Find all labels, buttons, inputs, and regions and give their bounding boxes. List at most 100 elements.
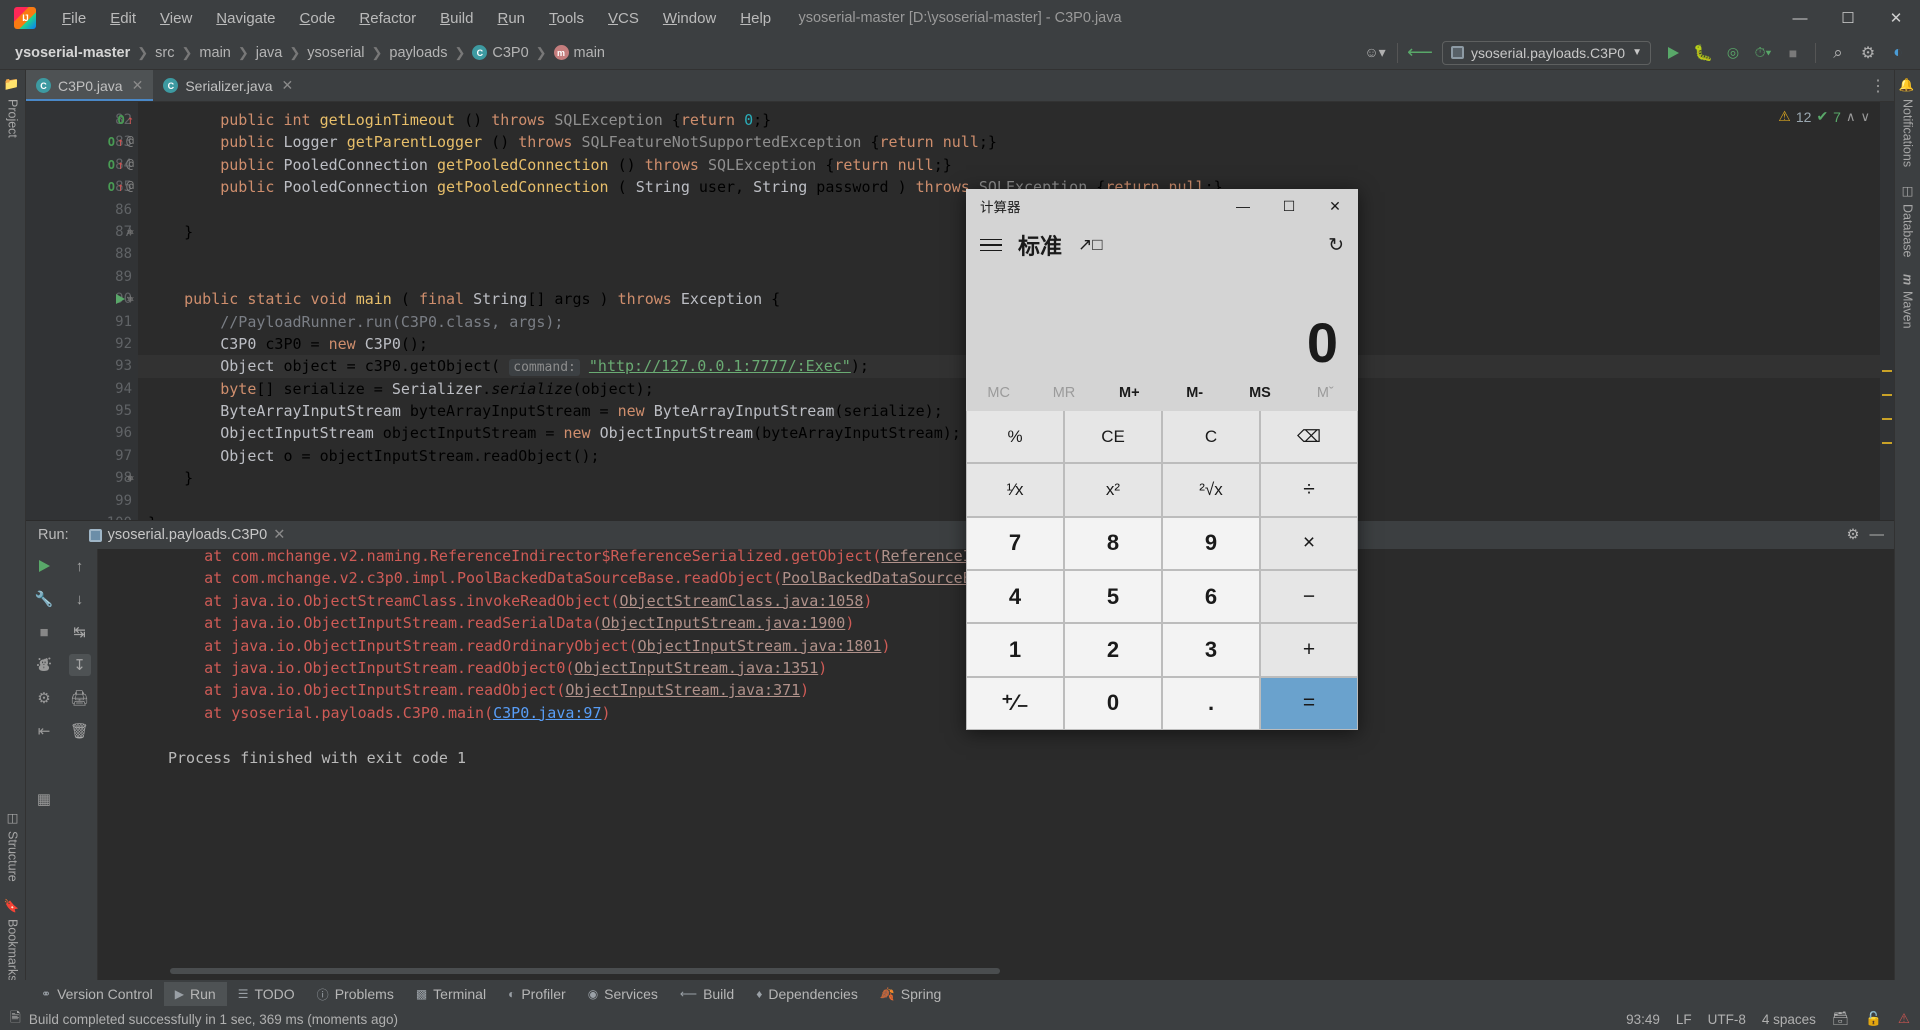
gutter-line[interactable]: 93 [26,355,138,377]
sidebar-item-maven[interactable]: m Maven [1901,266,1915,337]
notification-icon[interactable]: ⚠ [1898,1011,1910,1027]
rerun-icon[interactable] [33,555,55,577]
sidebar-item-notifications[interactable]: 🔔 Notifications [1900,70,1915,175]
code-line[interactable]: public int getLoginTimeout () throws SQL… [138,109,1894,131]
bottom-tab-version-control[interactable]: ⚭ Version Control [30,982,164,1006]
calc-key-6[interactable]: 6 [1163,570,1259,623]
gutter-line[interactable]: 91 [26,311,138,333]
tab-options-icon[interactable]: ⋮ [1870,70,1894,101]
debug-icon[interactable]: 🐛 [1689,40,1717,66]
gutter-line[interactable]: 97 [26,445,138,467]
gutter-line[interactable]: 86 [26,199,138,221]
annotation-icon[interactable]: @ [126,176,134,198]
updates-icon[interactable]: ◐ [1884,40,1912,66]
minimize-icon[interactable]: — [1870,527,1885,543]
calc-key-9[interactable]: 9 [1163,517,1259,569]
menu-item-navigate[interactable]: Navigate [204,4,287,33]
gutter-line[interactable]: 88 [26,243,138,265]
run-icon[interactable] [1659,40,1687,66]
calc-key-decimal[interactable]: . [1163,677,1259,729]
implement-arrow-icon[interactable]: ↑ [127,109,134,131]
run-gutter-icon[interactable] [115,294,125,305]
calc-key-subtract[interactable]: − [1261,570,1357,623]
breadcrumb-item-ysoserial-master[interactable]: ysoserial-master [12,43,133,63]
menu-item-code[interactable]: Code [288,4,348,33]
annotation-icon[interactable]: @ [126,131,134,153]
menu-item-window[interactable]: Window [651,4,728,33]
lock-icon[interactable]: 🔓 [1865,1011,1882,1027]
calc-key-x[interactable]: x² [1065,464,1161,516]
menu-item-edit[interactable]: Edit [98,4,148,33]
calc-key-0[interactable]: 0 [1065,677,1161,729]
chevron-down-icon[interactable]: ∨ [1860,109,1870,125]
override-icon[interactable]: O [118,109,125,131]
gutter-line[interactable]: 83 O ↑ @ [26,131,138,153]
calc-key-4[interactable]: 4 [967,570,1063,623]
tab-serializer-java[interactable]: C Serializer.java ✕ [153,70,303,101]
override-icon[interactable]: O [108,176,115,198]
gear-icon[interactable]: ⚙ [1847,527,1860,543]
coverage-icon[interactable]: ◎ [1719,40,1747,66]
menu-item-help[interactable]: Help [728,4,783,33]
code-line[interactable]: public PooledConnection getPooledConnect… [138,154,1894,176]
gutter-line[interactable]: 98 ⎈ [26,467,138,489]
bottom-tab-services[interactable]: ◉ Services [577,982,669,1006]
calc-key-x[interactable]: ²√x [1163,464,1259,516]
bottom-tab-run[interactable]: ▶ Run [163,982,227,1006]
layout-icon[interactable]: ▦ [33,788,55,810]
bottom-tab-dependencies[interactable]: ♦ Dependencies [745,982,869,1006]
sidebar-item-database[interactable]: ◫ Database [1900,175,1915,266]
calc-key-add[interactable]: + [1261,624,1357,676]
calc-key-2[interactable]: 2 [1065,624,1161,676]
scroll-to-end-icon[interactable]: ↧ [68,654,91,676]
calc-key-clear-entry[interactable]: CE [1065,411,1161,463]
bottom-tab-build[interactable]: ⟵ Build [669,982,745,1006]
user-icon[interactable]: ☺▾ [1361,40,1389,66]
override-icon[interactable]: O [108,131,115,153]
calculator-close-button[interactable]: ✕ [1312,189,1358,223]
code-line[interactable]: public Logger getParentLogger () throws … [138,131,1894,153]
calc-key-backspace[interactable]: ⌫ [1261,411,1357,463]
pin-icon[interactable]: ⇤ [33,720,55,742]
menu-item-build[interactable]: Build [428,4,485,33]
calc-key-8[interactable]: 8 [1065,517,1161,569]
console-line[interactable]: Process finished with exit code 1 [98,747,1894,769]
bottom-tab-terminal[interactable]: ▩ Terminal [405,982,497,1006]
calc-key-1[interactable]: 1 [967,624,1063,676]
tab-c3p0-java[interactable]: C C3P0.java ✕ [26,70,154,101]
close-icon[interactable]: ✕ [273,527,285,543]
breadcrumb-item-main[interactable]: m main [551,43,608,63]
code-editor[interactable]: 82 O ↑ 83 O ↑ @84 O ↑ @85 O ↑ @ 86 87 ⎈ 88 89 90 ⎈ 91 92 93 94 9… [26,102,1894,520]
implement-arrow-icon[interactable]: ↑ [117,176,124,198]
gear-icon[interactable]: ⚙ [1854,40,1882,66]
menu-item-view[interactable]: View [148,4,204,33]
calc-key-percent[interactable]: % [967,411,1063,463]
search-icon[interactable]: ⌕ [1824,40,1852,66]
calculator-window[interactable]: 计算器 — ☐ ✕ 标准 ↗□ ↻ 0 MC MR M+ M- MS Mˇ % CE C ⌫ ¹⁄… [966,189,1358,730]
calc-key-x[interactable]: ¹⁄x [967,464,1063,516]
memory-button-m[interactable]: M+ [1097,375,1162,411]
close-icon[interactable]: ✕ [281,77,293,94]
gutter-line[interactable]: 99 [26,490,138,512]
fold-icon[interactable]: ⎈ [127,467,134,489]
sidebar-item-structure[interactable]: ◫ Structure [5,802,20,890]
maximize-button[interactable]: ☐ [1824,0,1872,36]
run-tab[interactable]: ysoserial.payloads.C3P0 ✕ [83,525,292,545]
breadcrumb-item-c3p0[interactable]: C C3P0 [469,43,531,63]
sidebar-item-project[interactable]: 📁 Project [5,70,20,146]
close-icon[interactable]: ✕ [132,77,144,94]
calc-key-7[interactable]: 7 [967,517,1063,569]
calc-key-sign[interactable]: ⁺⁄₋ [967,677,1063,729]
gutter-line[interactable]: 85 O ↑ @ [26,176,138,198]
memory-button-m[interactable]: M- [1162,375,1227,411]
fold-icon[interactable]: ⎈ [127,221,134,243]
gutter-line[interactable]: 100 [26,512,138,520]
menu-item-tools[interactable]: Tools [537,4,596,33]
menu-item-run[interactable]: Run [485,4,537,33]
up-arrow-icon[interactable]: ↑ [69,555,91,577]
gutter-line[interactable]: 94 [26,378,138,400]
gutter-line[interactable]: 92 [26,333,138,355]
inspection-widget[interactable]: ⚠ 12 ✔ 7 ∧ ∨ [1778,108,1870,125]
gutter-line[interactable]: 84 O ↑ @ [26,154,138,176]
caret-position[interactable]: 93:49 [1626,1012,1660,1027]
